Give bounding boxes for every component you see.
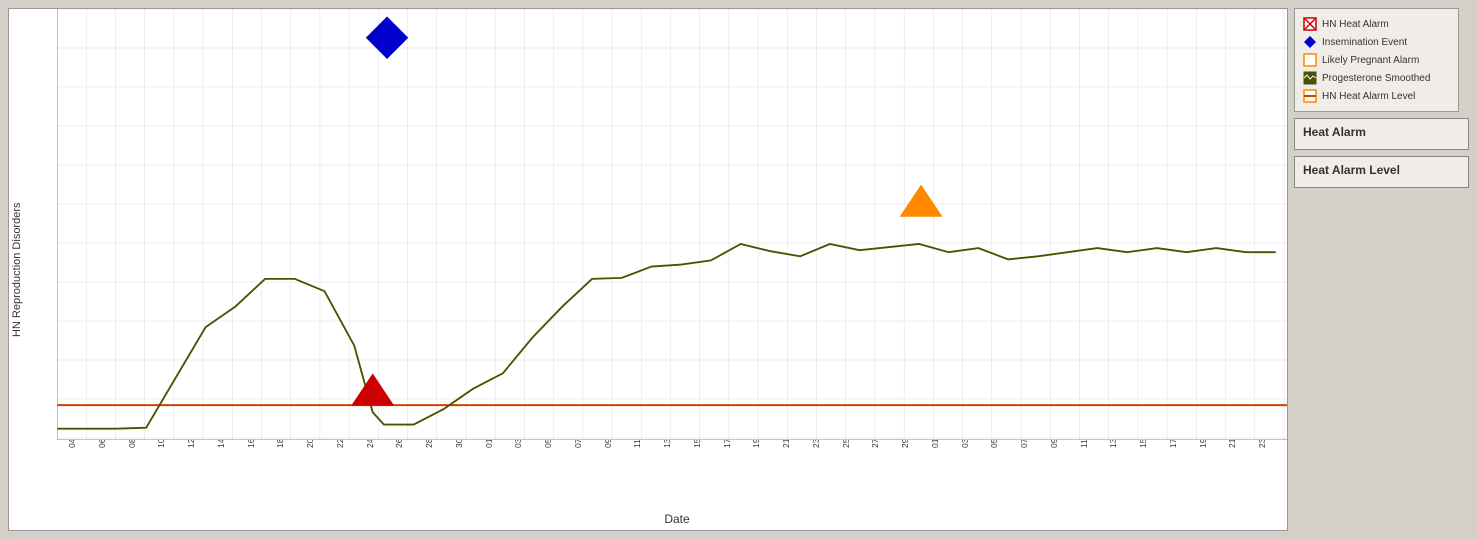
x-label-0: 04/08/2017 (67, 440, 77, 448)
legend-item-alarm-level: HN Heat Alarm Level (1303, 89, 1450, 103)
x-label-37: 17/10/2017 (1168, 440, 1178, 448)
x-label-22: 17/09/2017 (722, 440, 732, 448)
x-label-30: 03/10/2017 (960, 440, 970, 448)
heat-alarm-level-box: Heat Alarm Level (1294, 156, 1469, 188)
heat-alarm-box-title: Heat Alarm (1303, 125, 1460, 139)
x-label-25: 23/09/2017 (811, 440, 821, 448)
x-label-17: 07/09/2017 (573, 440, 583, 448)
x-label-29: 01/10/2017 (930, 440, 940, 448)
x-label-20: 13/09/2017 (662, 440, 672, 448)
x-label-2: 08/08/2017 (127, 440, 137, 448)
x-label-40: 23/10/2017 (1257, 440, 1267, 448)
x-label-9: 22/08/2017 (335, 440, 345, 448)
x-label-24: 21/09/2017 (781, 440, 791, 448)
chart-inner: HN Reproduction Disorders (9, 9, 1287, 530)
likely-pregnant-alarm-marker (901, 186, 942, 217)
x-label-1: 06/08/2017 (97, 440, 107, 448)
legend-label-alarm-level: HN Heat Alarm Level (1322, 91, 1415, 102)
heat-alarm-level-box-title: Heat Alarm Level (1303, 163, 1460, 177)
legend-item-heat-alarm: HN Heat Alarm (1303, 17, 1450, 31)
x-label-6: 16/08/2017 (246, 440, 256, 448)
x-label-4: 12/08/2017 (186, 440, 196, 448)
x-label-12: 28/08/2017 (424, 440, 434, 448)
x-label-18: 09/09/2017 (603, 440, 613, 448)
heat-alarm-marker (352, 374, 393, 405)
x-axis-title: Date (25, 510, 1287, 530)
x-label-5: 14/08/2017 (216, 440, 226, 448)
x-axis-labels: 04/08/2017 06/08/2017 08/08/2017 10/08/2017… (67, 440, 1287, 510)
y-axis-label: HN Reproduction Disorders (9, 9, 25, 530)
x-label-38: 19/10/2017 (1198, 440, 1208, 448)
x-label-28: 29/09/2017 (900, 440, 910, 448)
x-label-31: 05/10/2017 (989, 440, 999, 448)
progesterone-line (57, 244, 1276, 429)
x-label-32: 07/10/2017 (1019, 440, 1029, 448)
x-label-8: 20/08/2017 (305, 440, 315, 448)
main-container: HN Reproduction Disorders (0, 0, 1477, 539)
legend-label-progesterone: Progesterone Smoothed (1322, 73, 1430, 84)
x-label-36: 15/10/2017 (1138, 440, 1148, 448)
chart-svg: 0 5 10 15 20 25 30 35 40 45 50 55 (57, 9, 1287, 440)
legend-panel: HN Heat Alarm Insemination Event Likely … (1294, 8, 1459, 112)
heat-alarm-box: Heat Alarm (1294, 118, 1469, 150)
legend-label-pregnant: Likely Pregnant Alarm (1322, 55, 1419, 66)
x-label-11: 26/08/2017 (394, 440, 404, 448)
x-label-19: 11/09/2017 (632, 440, 642, 448)
legend-label-heat-alarm: HN Heat Alarm (1322, 19, 1389, 30)
progesterone-legend-icon (1303, 71, 1317, 85)
x-label-7: 18/08/2017 (275, 440, 285, 448)
legend-item-progesterone: Progesterone Smoothed (1303, 71, 1450, 85)
x-label-39: 21/10/2017 (1227, 440, 1237, 448)
insemination-legend-icon (1303, 35, 1317, 49)
x-label-13: 30/08/2017 (454, 440, 464, 448)
alarm-level-legend-icon (1303, 89, 1317, 103)
x-label-23: 19/09/2017 (751, 440, 761, 448)
x-label-3: 10/08/2017 (156, 440, 166, 448)
x-label-14: 01/09/2017 (484, 440, 494, 448)
x-axis-container: 04/08/2017 06/08/2017 08/08/2017 10/08/2017… (67, 440, 1287, 510)
x-label-33: 09/10/2017 (1049, 440, 1059, 448)
legend-item-pregnant: Likely Pregnant Alarm (1303, 53, 1450, 67)
legend-item-insemination: Insemination Event (1303, 35, 1450, 49)
x-label-21: 15/09/2017 (692, 440, 702, 448)
pregnant-legend-icon (1303, 53, 1317, 67)
legend-label-insemination: Insemination Event (1322, 37, 1407, 48)
x-label-15: 03/09/2017 (513, 440, 523, 448)
x-label-16: 05/09/2017 (543, 440, 553, 448)
x-label-26: 25/09/2017 (841, 440, 851, 448)
x-label-10: 24/08/2017 (365, 440, 375, 448)
heat-alarm-legend-icon (1303, 17, 1317, 31)
x-label-27: 27/09/2017 (870, 440, 880, 448)
x-label-35: 13/10/2017 (1108, 440, 1118, 448)
insemination-event-marker (367, 17, 408, 58)
chart-area: HN Reproduction Disorders (8, 8, 1288, 531)
x-label-34: 11/10/2017 (1079, 440, 1089, 448)
